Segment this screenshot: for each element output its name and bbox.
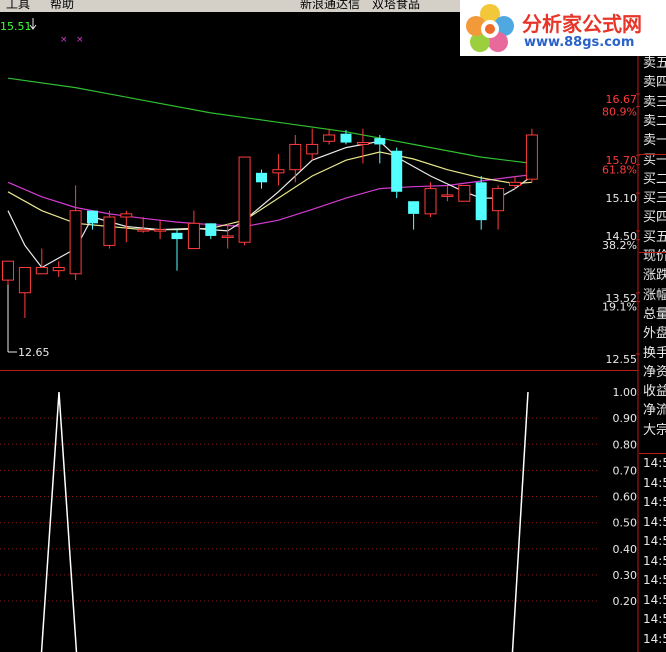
panel-separator xyxy=(639,453,666,454)
quote-label: 收益 xyxy=(643,384,666,400)
candle-body xyxy=(441,194,454,197)
price-axis-label: 19.1% xyxy=(602,301,637,314)
candle-body xyxy=(458,184,471,202)
indicator-axis-label: 0.80 xyxy=(613,438,638,451)
tick-time: 14:5 xyxy=(643,573,666,587)
quote-label: 卖四 xyxy=(643,75,666,91)
quote-label: 大宗 xyxy=(643,422,666,438)
indicator-axis-label: 1.00 xyxy=(613,386,638,399)
candle-body xyxy=(187,222,200,250)
candle-body xyxy=(374,138,386,145)
signal-mark: × xyxy=(76,35,84,45)
ma-line xyxy=(7,151,532,231)
candle-body xyxy=(356,142,369,145)
price-axis-label: 12.55 xyxy=(606,353,638,366)
quote-label: 买五 xyxy=(643,229,666,245)
candle-body xyxy=(69,210,82,275)
indicator-line xyxy=(40,391,78,652)
flower-logo-icon xyxy=(466,4,514,52)
tick-time: 14:5 xyxy=(643,475,666,490)
candle-body xyxy=(103,216,116,246)
price-axis-label: 15.10 xyxy=(606,192,638,205)
logo-brand: 分析家公式网 xyxy=(522,12,642,36)
quote-label: 卖一 xyxy=(643,133,666,149)
candle-body xyxy=(306,143,319,155)
quote-label: 换手 xyxy=(643,345,666,361)
candle-body xyxy=(171,232,183,240)
ma-line xyxy=(7,174,532,228)
indicator-axis-label: 0.70 xyxy=(613,464,638,477)
site-logo: 分析家公式网 www.88gs.com xyxy=(460,0,666,56)
tick-time: 14:5 xyxy=(643,456,666,470)
candle-body xyxy=(424,188,437,215)
signal-mark: × xyxy=(60,35,68,45)
low-marker: 12.65 xyxy=(18,346,50,359)
indicator-axis-label: 0.40 xyxy=(613,543,638,556)
candle-body xyxy=(272,169,285,174)
tick-time: 14:5 xyxy=(643,631,666,646)
ma-line xyxy=(7,140,533,269)
quote-label: 买三 xyxy=(643,191,666,207)
candle-body xyxy=(323,134,336,142)
tick-time: 14:5 xyxy=(643,553,666,568)
quote-label: 净资 xyxy=(643,364,666,380)
candle-body xyxy=(2,260,14,281)
candle-body xyxy=(87,210,98,224)
high-marker: 15.51 xyxy=(0,20,32,33)
tick-time: 14:5 xyxy=(643,592,666,607)
candle-body xyxy=(391,150,403,192)
logo-url: www.88gs.com xyxy=(524,35,635,50)
tick-time: 14:5 xyxy=(643,612,666,626)
candle-body xyxy=(492,188,505,212)
price-axis-label: 38.2% xyxy=(602,239,637,252)
candle-body xyxy=(120,213,133,218)
tick-time: 14:5 xyxy=(643,495,666,509)
candle-body xyxy=(137,229,150,232)
candle-body xyxy=(525,134,538,180)
indicator-axis-label: 0.60 xyxy=(613,491,638,504)
panel-separator xyxy=(639,154,666,155)
candle-body xyxy=(475,182,487,221)
quote-label: 买二 xyxy=(643,171,666,187)
quote-label: 卖五 xyxy=(643,56,666,71)
candle-body xyxy=(205,223,217,236)
quote-label: 外盘 xyxy=(643,326,666,342)
candle-body xyxy=(238,156,251,243)
quote-label: 涨幅 xyxy=(643,287,666,303)
quote-label: 买四 xyxy=(643,210,666,226)
indicator-axis-label: 0.30 xyxy=(613,569,638,582)
price-axis-label: 16.67 xyxy=(606,93,638,106)
candle-body xyxy=(221,235,234,238)
indicator-axis-label: 0.90 xyxy=(613,412,638,425)
price-axis-label: 61.8% xyxy=(602,164,637,177)
candle-body xyxy=(52,266,65,272)
candle-body xyxy=(18,266,31,294)
chart-canvas[interactable]: 15.5112.65× ×16.6780.9%15.7061.8%15.1014.… xyxy=(0,0,666,652)
ma-line xyxy=(7,77,532,164)
panel-separator xyxy=(639,252,666,253)
candle-body xyxy=(289,143,302,171)
candle-body xyxy=(256,172,267,183)
quote-label: 净流 xyxy=(643,403,666,419)
tick-time: 14:5 xyxy=(643,534,666,548)
tick-time: 14:5 xyxy=(643,514,666,529)
candle-body xyxy=(154,229,167,232)
candle-body xyxy=(408,201,420,214)
indicator-axis-label: 0.50 xyxy=(613,517,638,530)
quote-label: 卖二 xyxy=(643,113,666,129)
quote-label: 卖三 xyxy=(643,94,666,110)
candle-body xyxy=(35,266,48,275)
candle-body xyxy=(509,181,521,186)
quote-label: 总量 xyxy=(643,306,666,322)
candle-body xyxy=(340,133,352,143)
price-axis-label: 80.9% xyxy=(602,106,637,119)
quote-label: 涨跌 xyxy=(643,268,666,284)
indicator-line xyxy=(511,391,529,652)
indicator-axis-label: 0.20 xyxy=(613,595,638,608)
